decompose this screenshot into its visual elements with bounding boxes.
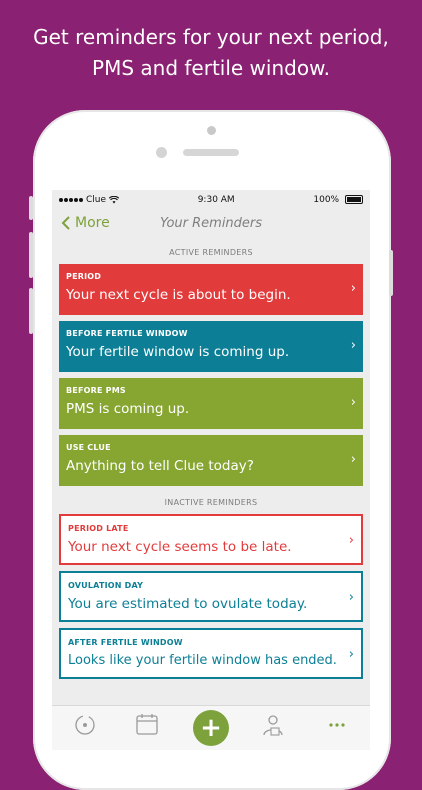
chevron-right-icon: › bbox=[350, 281, 356, 296]
volume-down-button bbox=[29, 288, 33, 334]
reminder-message: Your next cycle is about to begin. bbox=[66, 287, 291, 303]
reminder-message: Looks like your fertile window has ended… bbox=[68, 653, 337, 668]
reminder-title: USE CLUE bbox=[66, 443, 111, 452]
reminder-title: BEFORE PMS bbox=[66, 386, 126, 395]
headline-line-2: PMS and fertile window. bbox=[92, 56, 330, 80]
sensor-dot bbox=[207, 126, 216, 135]
reminder-card-before-fertile-window[interactable]: BEFORE FERTILE WINDOW Your fertile windo… bbox=[59, 321, 363, 372]
active-reminders-list: PERIOD Your next cycle is about to begin… bbox=[52, 264, 370, 486]
reminder-card-ovulation-day[interactable]: OVULATION DAY You are estimated to ovula… bbox=[59, 571, 363, 622]
power-button bbox=[389, 250, 393, 296]
section-header-inactive: INACTIVE REMINDERS bbox=[164, 498, 258, 507]
cycle-icon[interactable] bbox=[72, 712, 98, 738]
calendar-icon[interactable] bbox=[134, 712, 160, 738]
profile-icon[interactable] bbox=[260, 712, 286, 738]
headline-line-1: Get reminders for your next period, bbox=[33, 25, 389, 49]
reminder-card-before-pms[interactable]: BEFORE PMS PMS is coming up. › bbox=[59, 378, 363, 429]
chevron-right-icon: › bbox=[348, 533, 354, 548]
plus-icon: + bbox=[200, 713, 222, 743]
reminder-title: BEFORE FERTILE WINDOW bbox=[66, 329, 188, 338]
reminder-card-period-late[interactable]: PERIOD LATE Your next cycle seems to be … bbox=[59, 514, 363, 565]
reminder-card-use-clue[interactable]: USE CLUE Anything to tell Clue today? › bbox=[59, 435, 363, 486]
wifi-icon bbox=[109, 196, 120, 204]
tab-bar: + bbox=[52, 705, 370, 750]
reminder-card-period[interactable]: PERIOD Your next cycle is about to begin… bbox=[59, 264, 363, 315]
headline: Get reminders for your next period, PMS … bbox=[0, 22, 422, 84]
reminder-message: Your fertile window is coming up. bbox=[66, 344, 290, 360]
app-screen: Clue 9:30 AM 100% More Your Reminders AC… bbox=[52, 190, 370, 750]
chevron-right-icon: › bbox=[350, 452, 356, 467]
reminder-card-after-fertile-window[interactable]: AFTER FERTILE WINDOW Looks like your fer… bbox=[59, 628, 363, 679]
carrier-name: Clue bbox=[86, 195, 107, 205]
chevron-right-icon: › bbox=[350, 338, 356, 353]
earpiece-speaker bbox=[183, 149, 239, 156]
mute-switch bbox=[29, 196, 33, 220]
front-camera bbox=[156, 147, 167, 158]
reminder-message: PMS is coming up. bbox=[66, 401, 190, 417]
section-header-active: ACTIVE REMINDERS bbox=[169, 248, 253, 257]
page-title: Your Reminders bbox=[159, 216, 263, 231]
battery-icon bbox=[344, 195, 363, 204]
reminder-title: PERIOD LATE bbox=[68, 524, 129, 533]
volume-up-button bbox=[29, 232, 33, 278]
reminder-title: OVULATION DAY bbox=[68, 581, 144, 590]
reminder-message: You are estimated to ovulate today. bbox=[68, 596, 308, 612]
status-bar: Clue 9:30 AM 100% bbox=[52, 190, 370, 210]
reminder-title: PERIOD bbox=[66, 272, 102, 281]
reminder-title: AFTER FERTILE WINDOW bbox=[68, 638, 183, 647]
more-icon[interactable] bbox=[324, 712, 350, 738]
chevron-right-icon: › bbox=[348, 590, 354, 605]
battery-percent: 100% bbox=[313, 195, 340, 205]
reminder-message: Anything to tell Clue today? bbox=[66, 458, 254, 474]
reminder-message: Your next cycle seems to be late. bbox=[68, 539, 292, 555]
add-button[interactable]: + bbox=[193, 710, 229, 746]
chevron-right-icon: › bbox=[348, 647, 354, 662]
inactive-reminders-list: PERIOD LATE Your next cycle seems to be … bbox=[52, 514, 370, 679]
signal-icon bbox=[59, 198, 83, 202]
navigation-bar: More Your Reminders bbox=[52, 210, 370, 238]
chevron-right-icon: › bbox=[350, 395, 356, 410]
clock: 9:30 AM bbox=[197, 195, 235, 205]
